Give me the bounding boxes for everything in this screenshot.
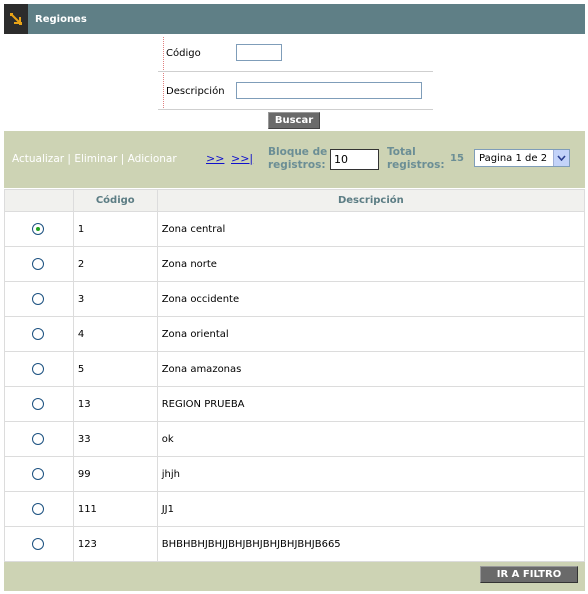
row-radio[interactable] (32, 468, 45, 480)
row-radio[interactable] (32, 258, 45, 270)
total-label-line1: Total (387, 146, 416, 158)
total-registros-label: Total registros: (387, 146, 445, 172)
header-codigo[interactable]: Código (72, 189, 158, 212)
action-links: Actualizar | Eliminar | Adicionar (12, 153, 177, 165)
page-header: Regiones (4, 4, 585, 34)
row-select-cell[interactable] (4, 246, 74, 282)
table-row[interactable]: 123 BHBHBHJBHJJBHJBHJBHJBHJBHJB665 (4, 526, 586, 562)
ir-a-filtro-button[interactable]: IR A FILTRO (480, 566, 578, 583)
row-codigo: 5 (72, 351, 158, 387)
header-descripcion[interactable]: Descripción (156, 189, 586, 212)
last-page-link[interactable]: >>| (231, 152, 253, 165)
row-radio[interactable] (32, 398, 45, 410)
row-radio[interactable] (32, 328, 45, 340)
table-row[interactable]: 1 Zona central (4, 211, 586, 247)
chevron-down-icon[interactable] (553, 150, 569, 166)
total-label-line2: registros: (387, 159, 445, 171)
page-select-value: Pagina 1 de 2 (479, 152, 548, 164)
row-descripcion: jhjh (156, 456, 586, 492)
table-row[interactable]: 33 ok (4, 421, 586, 457)
filter-form: Código Descripción (158, 37, 433, 110)
row-codigo: 1 (72, 211, 158, 247)
row-select-cell[interactable] (4, 456, 74, 492)
buscar-button[interactable]: Buscar (268, 112, 320, 129)
row-radio[interactable] (32, 503, 45, 515)
row-select-cell[interactable] (4, 211, 74, 247)
row-select-cell[interactable] (4, 421, 74, 457)
descripcion-input[interactable] (236, 82, 422, 99)
row-codigo: 13 (72, 386, 158, 422)
row-radio[interactable] (32, 538, 45, 550)
row-descripcion: Zona amazonas (156, 351, 586, 387)
page-select[interactable]: Pagina 1 de 2 (474, 149, 570, 167)
actualizar-link[interactable]: Actualizar (12, 153, 64, 165)
row-select-cell[interactable] (4, 316, 74, 352)
regiones-table: Código Descripción 1 Zona central 2 Zona no… (4, 189, 586, 562)
table-row[interactable]: 99 jhjh (4, 456, 586, 492)
row-select-cell[interactable] (4, 351, 74, 387)
table-row[interactable]: 13 REGION PRUEBA (4, 386, 586, 422)
page-title: Regiones (35, 13, 87, 25)
bloque-label-line1: Bloque de (268, 146, 328, 158)
bloque-label-line2: registros: (268, 159, 326, 171)
row-select-cell[interactable] (4, 526, 74, 562)
row-radio[interactable] (32, 223, 45, 235)
footer-bar: IR A FILTRO (4, 562, 585, 591)
row-radio[interactable] (32, 363, 45, 375)
header-select (4, 189, 74, 212)
adicionar-link[interactable]: Adicionar (128, 153, 177, 165)
row-codigo: 33 (72, 421, 158, 457)
table-body: 1 Zona central 2 Zona norte 3 Zona occidente 4… (4, 211, 586, 562)
table-row[interactable]: 5 Zona amazonas (4, 351, 586, 387)
row-descripcion: Zona oriental (156, 316, 586, 352)
row-codigo: 3 (72, 281, 158, 317)
row-descripcion: ok (156, 421, 586, 457)
row-descripcion: JJ1 (156, 491, 586, 527)
row-descripcion: REGION PRUEBA (156, 386, 586, 422)
row-descripcion: Zona occidente (156, 281, 586, 317)
bloque-registros-label: Bloque de registros: (268, 146, 327, 172)
row-codigo: 2 (72, 246, 158, 282)
eliminar-link[interactable]: Eliminar (74, 153, 117, 165)
row-descripcion: BHBHBHJBHJJBHJBHJBHJBHJBHJB665 (156, 526, 586, 562)
separator: | (120, 153, 125, 165)
row-codigo: 123 (72, 526, 158, 562)
codigo-label: Código (166, 48, 201, 59)
row-descripcion: Zona norte (156, 246, 586, 282)
codigo-input[interactable] (236, 44, 282, 61)
row-codigo: 99 (72, 456, 158, 492)
table-row[interactable]: 3 Zona occidente (4, 281, 586, 317)
table-row[interactable]: 111 JJ1 (4, 491, 586, 527)
row-codigo: 4 (72, 316, 158, 352)
table-header-row: Código Descripción (4, 189, 586, 212)
arrow-down-right-icon (4, 4, 28, 34)
row-codigo: 111 (72, 491, 158, 527)
total-registros-value: 15 (450, 153, 464, 164)
separator: | (67, 153, 71, 165)
row-select-cell[interactable] (4, 386, 74, 422)
row-radio[interactable] (32, 433, 45, 445)
table-row[interactable]: 4 Zona oriental (4, 316, 586, 352)
toolbar: Actualizar | Eliminar | Adicionar >> >>|… (4, 131, 585, 188)
bloque-registros-input[interactable] (330, 149, 379, 170)
next-page-link[interactable]: >> (206, 152, 224, 165)
table-row[interactable]: 2 Zona norte (4, 246, 586, 282)
descripcion-label: Descripción (166, 86, 225, 97)
row-select-cell[interactable] (4, 281, 74, 317)
row-descripcion: Zona central (156, 211, 586, 247)
row-radio[interactable] (32, 293, 45, 305)
row-select-cell[interactable] (4, 491, 74, 527)
